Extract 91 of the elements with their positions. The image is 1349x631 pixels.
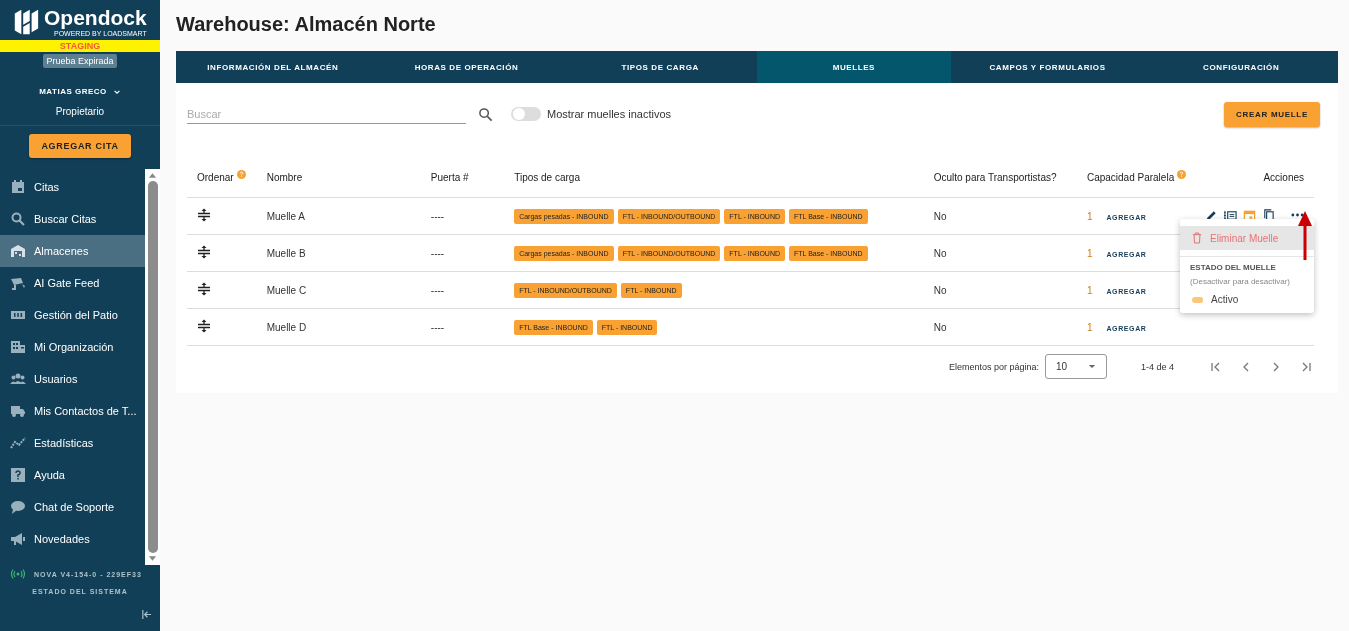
tab[interactable]: CONFIGURACIÓN	[1144, 51, 1339, 83]
capacity-value: 1	[1086, 284, 1093, 296]
nav-item[interactable]: Usuarios	[0, 363, 145, 395]
signal-icon	[10, 569, 26, 579]
tab[interactable]: MUELLES	[757, 51, 951, 83]
menu-section-title: ESTADO DEL MUELLE	[1189, 263, 1277, 272]
table-cell: Muelle D	[266, 321, 307, 333]
capacity-value: 1	[1086, 210, 1093, 222]
copy-icon[interactable]	[1262, 208, 1275, 222]
per-page-label: Elementos por página:	[948, 361, 1039, 372]
table-cell: ----	[430, 247, 445, 259]
nav-item[interactable]: Almacenes	[0, 235, 145, 267]
nav-item[interactable]: Chat de Soporte	[0, 491, 145, 523]
table-cell: ----	[430, 210, 445, 222]
search-field[interactable]: Buscar	[187, 104, 466, 124]
column-header: Acciones	[1263, 171, 1304, 183]
megaphone-icon	[10, 531, 26, 547]
table-cell: No	[933, 321, 947, 333]
users-icon	[10, 371, 26, 387]
page-title: Warehouse: Almacén Norte	[176, 12, 437, 37]
nav-item[interactable]: Novedades	[0, 523, 145, 555]
user-role: Propietario	[0, 106, 160, 126]
nav-item[interactable]: Mis Contactos de T...	[0, 395, 145, 427]
nav-item[interactable]: Mi Organización	[0, 331, 145, 363]
scroll-up-icon[interactable]	[148, 172, 157, 178]
drag-handle-icon[interactable]	[197, 319, 211, 333]
user-menu[interactable]: MATIAS GRECO	[39, 87, 121, 96]
drag-handle-icon[interactable]	[197, 245, 211, 259]
drag-handle-icon[interactable]	[197, 282, 211, 296]
search-icon	[10, 211, 26, 227]
column-header: Nombre	[266, 171, 303, 183]
add-appointment-button[interactable]: AGREGAR CITA	[29, 134, 131, 158]
chat-icon	[10, 499, 26, 515]
column-header: Ordenar	[197, 171, 246, 183]
create-dock-button[interactable]: CREAR MUELLE	[1224, 101, 1320, 127]
search-icon[interactable]	[478, 106, 493, 122]
table-cell: Muelle B	[266, 247, 306, 259]
active-toggle[interactable]	[1192, 296, 1203, 303]
table-cell: ----	[430, 284, 445, 296]
dropdown-caret-icon	[1087, 364, 1096, 369]
nav-item[interactable]: Gestión del Patio	[0, 299, 145, 331]
table-cell: No	[933, 284, 947, 296]
nav-item[interactable]: Citas	[0, 171, 145, 203]
table-cell: Muelle A	[266, 210, 306, 222]
pointer-arrow	[1297, 210, 1313, 260]
nav-item[interactable]: Buscar Citas	[0, 203, 145, 235]
toggle-switch[interactable]	[511, 107, 541, 121]
environment-banner: STAGING	[0, 40, 160, 52]
scrollbar[interactable]	[145, 169, 160, 565]
table-cell: Muelle C	[266, 284, 307, 296]
more-icon[interactable]	[1291, 213, 1304, 217]
capacity-value: 1	[1086, 247, 1093, 259]
capacity-value: 1	[1086, 321, 1093, 333]
tab[interactable]: INFORMACIÓN DEL ALMACÉN	[176, 51, 370, 83]
trash-icon	[1192, 232, 1202, 244]
last-page-icon[interactable]	[1300, 360, 1312, 373]
table-cell: No	[933, 210, 947, 222]
page-range: 1-4 de 4	[1140, 361, 1174, 372]
drag-handle-icon[interactable]	[197, 208, 211, 222]
collapse-icon[interactable]	[141, 609, 152, 620]
toggle-label: Mostrar muelles inactivos	[547, 108, 672, 120]
building-icon	[10, 339, 26, 355]
brand-name: Opendock	[44, 6, 147, 30]
scroll-down-icon[interactable]	[148, 556, 157, 562]
list-icon[interactable]	[1224, 208, 1237, 222]
tab[interactable]: TIPOS DE CARGA	[563, 51, 757, 83]
menu-section-hint: (Desactivar para desactivar)	[1189, 277, 1292, 286]
tab[interactable]: CAMPOS Y FORMULARIOS	[950, 51, 1145, 83]
logo-icon	[12, 8, 40, 36]
help-icon	[236, 169, 246, 179]
trial-badge: Prueba Expirada	[43, 54, 117, 68]
per-page-select[interactable]: 10	[1044, 354, 1107, 379]
truck-icon	[10, 403, 26, 419]
nav-item[interactable]: Ayuda	[0, 459, 145, 491]
calendar-icon	[10, 179, 26, 195]
warehouse-icon	[10, 243, 26, 259]
tab[interactable]: HORAS DE OPERACIÓN	[369, 51, 564, 83]
camera-icon	[10, 275, 26, 291]
column-header: Capacidad Paralela	[1086, 171, 1187, 183]
chart-icon	[10, 435, 26, 451]
question-icon	[10, 467, 26, 483]
active-label: Activo	[1211, 294, 1239, 305]
nav-item[interactable]: Estadísticas	[0, 427, 145, 459]
help-icon	[1177, 169, 1187, 179]
column-header: Tipos de carga	[514, 171, 580, 183]
nav-item[interactable]: AI Gate Feed	[0, 267, 145, 299]
column-header: Oculto para Transportistas?	[933, 171, 1057, 183]
first-page-icon[interactable]	[1210, 360, 1222, 373]
table-cell: ----	[430, 321, 445, 333]
table-cell: No	[933, 247, 947, 259]
column-header: Puerta #	[430, 171, 469, 183]
